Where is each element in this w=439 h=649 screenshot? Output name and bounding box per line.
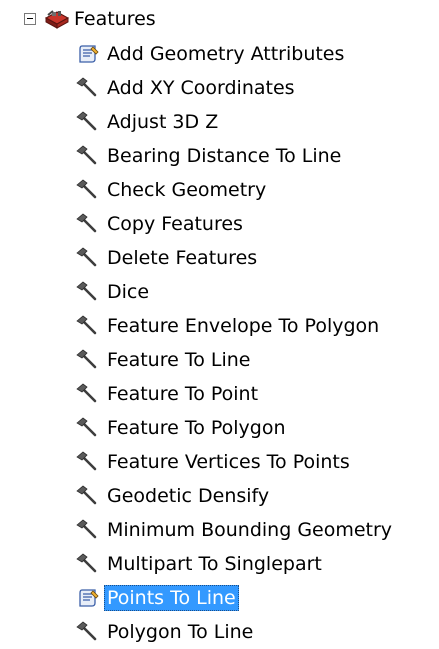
tool-label: Feature Envelope To Polygon xyxy=(107,315,380,337)
tool-label: Delete Features xyxy=(107,247,258,269)
toolbox-icon xyxy=(44,9,70,29)
hammer-tool-icon xyxy=(76,111,104,133)
tool-item-dice[interactable]: Dice xyxy=(76,275,395,309)
tool-item-feature-to-line[interactable]: Feature To Line xyxy=(76,343,395,377)
tool-item-check-geometry[interactable]: Check Geometry xyxy=(76,173,395,207)
hammer-tool-icon xyxy=(76,417,104,439)
tool-label: Check Geometry xyxy=(107,179,267,201)
hammer-tool-icon xyxy=(76,383,104,405)
tool-label: Feature To Polygon xyxy=(107,417,286,439)
tool-item-feature-to-point[interactable]: Feature To Point xyxy=(76,377,395,411)
tool-item-polygon-to-line[interactable]: Polygon To Line xyxy=(76,615,395,649)
tool-item-bearing-distance-to-line[interactable]: Bearing Distance To Line xyxy=(76,139,395,173)
tool-label: Feature To Point xyxy=(107,383,259,405)
tool-item-geodetic-densify[interactable]: Geodetic Densify xyxy=(76,479,395,513)
tool-label: Polygon To Line xyxy=(107,621,254,643)
hammer-tool-icon xyxy=(76,213,104,235)
script-tool-icon xyxy=(76,43,104,65)
collapse-minus-icon[interactable] xyxy=(24,13,36,25)
tool-item-add-geometry-attributes[interactable]: Add Geometry Attributes xyxy=(76,37,395,71)
tool-label: Adjust 3D Z xyxy=(107,111,219,133)
hammer-tool-icon xyxy=(76,145,104,167)
hammer-tool-icon xyxy=(76,315,104,337)
hammer-tool-icon xyxy=(76,519,104,541)
tool-label: Copy Features xyxy=(107,213,243,235)
hammer-tool-icon xyxy=(76,247,104,269)
tool-item-add-xy-coordinates[interactable]: Add XY Coordinates xyxy=(76,71,395,105)
tool-label: Minimum Bounding Geometry xyxy=(107,519,393,541)
hammer-tool-icon xyxy=(76,485,104,507)
tool-label: Feature Vertices To Points xyxy=(107,451,350,473)
tool-item-multipart-to-singlepart[interactable]: Multipart To Singlepart xyxy=(76,547,395,581)
toolbox-label: Features xyxy=(74,8,156,30)
tool-item-adjust-3d-z[interactable]: Adjust 3D Z xyxy=(76,105,395,139)
hammer-tool-icon xyxy=(76,77,104,99)
tool-label: Add XY Coordinates xyxy=(107,77,295,99)
tool-label: Multipart To Singlepart xyxy=(107,553,322,575)
tool-label: Geodetic Densify xyxy=(107,485,270,507)
toolbox-tree: Features Add Geometry Attributes Add XY C… xyxy=(0,0,439,645)
tool-label: Bearing Distance To Line xyxy=(107,145,342,167)
hammer-tool-icon xyxy=(76,621,104,643)
tool-label: Feature To Line xyxy=(107,349,251,371)
tool-item-feature-envelope-to-polygon[interactable]: Feature Envelope To Polygon xyxy=(76,309,395,343)
tool-label: Add Geometry Attributes xyxy=(107,43,345,65)
tool-item-feature-to-polygon[interactable]: Feature To Polygon xyxy=(76,411,395,445)
toolbox-node-features[interactable]: Features xyxy=(24,6,156,32)
tool-label: Points To Line xyxy=(104,585,239,611)
hammer-tool-icon xyxy=(76,281,104,303)
hammer-tool-icon xyxy=(76,179,104,201)
tool-item-points-to-line[interactable]: Points To Line xyxy=(76,581,395,615)
tool-item-minimum-bounding-geometry[interactable]: Minimum Bounding Geometry xyxy=(76,513,395,547)
hammer-tool-icon xyxy=(76,451,104,473)
hammer-tool-icon xyxy=(76,349,104,371)
tool-item-feature-vertices-to-points[interactable]: Feature Vertices To Points xyxy=(76,445,395,479)
tool-list: Add Geometry Attributes Add XY Coordinate… xyxy=(76,37,395,649)
tool-item-delete-features[interactable]: Delete Features xyxy=(76,241,395,275)
hammer-tool-icon xyxy=(76,553,104,575)
script-tool-icon xyxy=(76,587,104,609)
tool-item-copy-features[interactable]: Copy Features xyxy=(76,207,395,241)
tool-label: Dice xyxy=(107,281,150,303)
